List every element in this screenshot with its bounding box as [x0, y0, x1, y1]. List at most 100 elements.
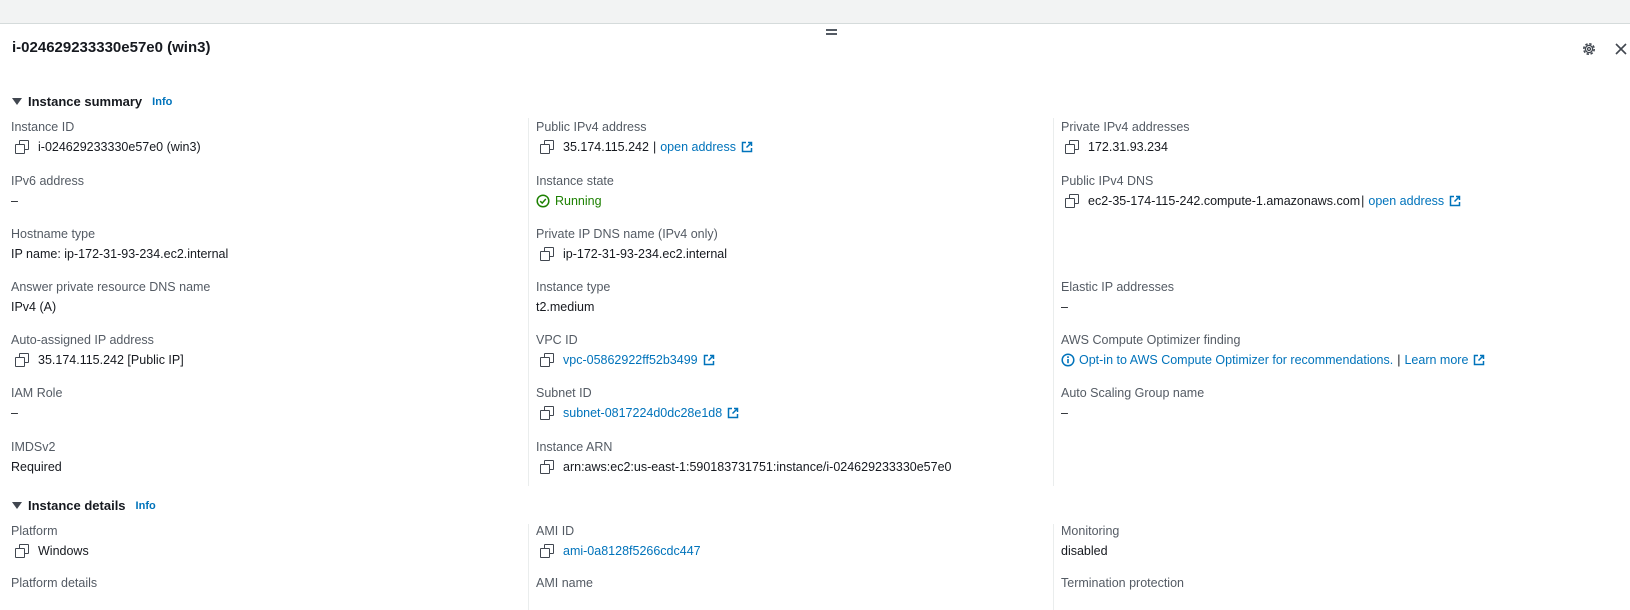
info-link[interactable]: Info: [136, 500, 156, 512]
resize-handle-icon[interactable]: [826, 27, 838, 35]
external-link-icon[interactable]: [1473, 354, 1485, 366]
page-title: i-024629233330e57e0 (win3): [12, 39, 211, 56]
answer-dns-field: Answer private resource DNS name IPv4 (A…: [11, 280, 210, 314]
field-label: Subnet ID: [536, 386, 592, 400]
ipv6-value: –: [11, 194, 18, 208]
external-link-icon[interactable]: [703, 354, 715, 366]
termination-protection-field: Termination protection: [1061, 576, 1184, 590]
auto-ip-field: Auto-assigned IP address 35.174.115.242 …: [11, 333, 184, 367]
instance-id-value: i-024629233330e57e0 (win3): [38, 140, 201, 154]
field-label: Platform details: [11, 576, 98, 590]
field-label: Monitoring: [1061, 524, 1120, 538]
ipv6-field: IPv6 address –: [11, 174, 84, 208]
close-button[interactable]: [1612, 40, 1630, 58]
monitoring-value: disabled: [1061, 544, 1108, 558]
column-divider: [1053, 118, 1054, 486]
gear-icon: [1583, 43, 1595, 55]
separator: |: [652, 140, 657, 154]
copy-icon[interactable]: [540, 460, 554, 474]
section-title[interactable]: Instance details: [28, 498, 126, 513]
instance-arn-field: Instance ARN arn:aws:ec2:us-east-1:59018…: [536, 440, 952, 474]
ami-id-link[interactable]: ami-0a8128f5266cdc447: [563, 544, 701, 558]
public-ipv4-field: Public IPv4 address 35.174.115.242 | ope…: [536, 120, 753, 154]
field-label: Elastic IP addresses: [1061, 280, 1175, 294]
imdsv2-value: Required: [11, 460, 62, 474]
instance-type-field: Instance type t2.medium: [536, 280, 610, 314]
instance-details-header: Instance details Info: [12, 498, 156, 513]
asg-name-field: Auto Scaling Group name –: [1061, 386, 1204, 420]
field-label: Instance state: [536, 174, 614, 188]
field-label: AMI name: [536, 576, 593, 590]
column-divider: [528, 524, 529, 610]
copy-icon[interactable]: [540, 140, 554, 154]
field-label: Platform: [11, 524, 58, 538]
field-label: Auto Scaling Group name: [1061, 386, 1205, 400]
info-link[interactable]: Info: [152, 96, 172, 108]
imdsv2-field: IMDSv2 Required: [11, 440, 62, 474]
external-link-icon[interactable]: [741, 141, 753, 153]
copy-icon[interactable]: [540, 353, 554, 367]
collapse-caret-icon[interactable]: [12, 502, 22, 509]
auto-ip-value: 35.174.115.242 [Public IP]: [38, 353, 184, 367]
field-label: Instance type: [536, 280, 611, 294]
public-dns-value: ec2-35-174-115-242.compute-1.amazonaws.c…: [1088, 194, 1361, 208]
field-label: IMDSv2: [11, 440, 56, 454]
separator: |: [1397, 353, 1401, 367]
instance-id-field: Instance ID i-024629233330e57e0 (win3): [11, 120, 201, 154]
copy-icon[interactable]: [540, 544, 554, 558]
field-label: AWS Compute Optimizer finding: [1061, 333, 1241, 347]
settings-button[interactable]: [1580, 40, 1598, 58]
field-label: IPv6 address: [11, 174, 84, 188]
public-ipv4-value: 35.174.115.242: [563, 140, 649, 154]
field-label: Private IP DNS name (IPv4 only): [536, 227, 718, 241]
copy-icon[interactable]: [15, 353, 29, 367]
private-dns-field: Private IP DNS name (IPv4 only) ip-172-3…: [536, 227, 727, 261]
private-dns-value: ip-172-31-93-234.ec2.internal: [563, 247, 727, 261]
field-label: Public IPv4 DNS: [1061, 174, 1154, 188]
optimizer-opt-in-link[interactable]: Opt-in to AWS Compute Optimizer for reco…: [1079, 353, 1393, 367]
copy-icon[interactable]: [1065, 194, 1079, 208]
external-link-icon[interactable]: [1449, 195, 1461, 207]
elastic-ip-value: –: [1061, 300, 1068, 314]
field-label: Termination protection: [1061, 576, 1184, 590]
iam-role-field: IAM Role –: [11, 386, 62, 420]
elastic-ip-field: Elastic IP addresses –: [1061, 280, 1174, 314]
collapse-caret-icon[interactable]: [12, 98, 22, 105]
field-label: Answer private resource DNS name: [11, 280, 211, 294]
instance-summary-header: Instance summary Info: [12, 94, 172, 109]
private-ipv4-value: 172.31.93.234: [1088, 140, 1168, 154]
platform-details-field: Platform details: [11, 576, 97, 590]
private-ipv4-field: Private IPv4 addresses 172.31.93.234: [1061, 120, 1190, 154]
public-dns-field: Public IPv4 DNS ec2-35-174-115-242.compu…: [1061, 174, 1461, 208]
iam-role-value: –: [11, 406, 18, 420]
answer-dns-value: IPv4 (A): [11, 300, 57, 314]
field-label: Instance ARN: [536, 440, 613, 454]
copy-icon[interactable]: [1065, 140, 1079, 154]
monitoring-field: Monitoring disabled: [1061, 524, 1119, 558]
close-icon: [1615, 43, 1627, 55]
copy-icon[interactable]: [15, 544, 29, 558]
open-address-link[interactable]: open address: [660, 140, 736, 154]
ami-name-field: AMI name: [536, 576, 593, 590]
field-label: IAM Role: [11, 386, 63, 400]
instance-type-value: t2.medium: [536, 300, 595, 314]
info-icon: [1061, 353, 1075, 367]
subnet-id-field: Subnet ID subnet-0817224d0dc28e1d8: [536, 386, 739, 420]
copy-icon[interactable]: [540, 247, 554, 261]
column-divider: [1053, 524, 1054, 610]
platform-value: Windows: [38, 544, 89, 558]
optimizer-field: AWS Compute Optimizer finding Opt-in to …: [1061, 333, 1485, 367]
subnet-id-link[interactable]: subnet-0817224d0dc28e1d8: [563, 406, 722, 420]
field-label: Public IPv4 address: [536, 120, 647, 134]
section-title[interactable]: Instance summary: [28, 94, 142, 109]
hostname-type-value: IP name: ip-172-31-93-234.ec2.internal: [11, 247, 229, 261]
open-address-link[interactable]: open address: [1368, 194, 1444, 208]
instance-arn-value: arn:aws:ec2:us-east-1:590183731751:insta…: [563, 460, 952, 474]
ami-id-field: AMI ID ami-0a8128f5266cdc447: [536, 524, 701, 558]
asg-name-value: –: [1061, 406, 1068, 420]
learn-more-link[interactable]: Learn more: [1404, 353, 1468, 367]
copy-icon[interactable]: [540, 406, 554, 420]
copy-icon[interactable]: [15, 140, 29, 154]
external-link-icon[interactable]: [727, 407, 739, 419]
vpc-id-link[interactable]: vpc-05862922ff52b3499: [563, 353, 698, 367]
